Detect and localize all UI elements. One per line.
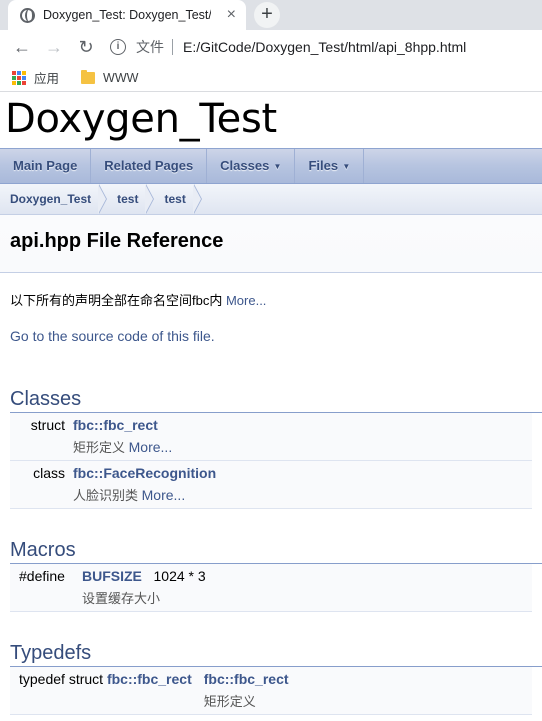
tab-title: Doxygen_Test: Doxygen_Test/t [43, 8, 211, 22]
member-kind: #define [19, 568, 65, 584]
bookmark-apps[interactable]: 应用 [34, 68, 59, 87]
source-link-text[interactable]: Go to the source code of this file. [10, 328, 215, 344]
tab-label: Classes [220, 158, 270, 173]
member-desc: 矩形定义 [203, 694, 256, 709]
table-row: class fbc::FaceRecognition 人脸识别类 More... [10, 461, 532, 509]
caret-down-icon: ▼ [271, 161, 282, 171]
page-header: api.hpp File Reference [0, 215, 542, 273]
member-name-link[interactable]: fbc::fbc_rect [73, 417, 532, 433]
member-kind: class [33, 465, 65, 481]
macro-value: 1024 * 3 [153, 568, 206, 584]
close-icon[interactable]: × [227, 6, 236, 24]
globe-icon [20, 7, 35, 23]
typedefs-table: typedef struct fbc::fbc_rect fbc::fbc_re… [10, 667, 532, 715]
breadcrumb-separator [192, 183, 204, 215]
more-link[interactable]: More... [226, 293, 266, 308]
bookmark-www[interactable]: WWW [103, 71, 138, 85]
classes-heading: Classes [10, 388, 542, 413]
back-arrow-icon[interactable]: ← [8, 33, 36, 61]
project-name: Doxygen_Test [5, 96, 277, 142]
bookmarks-bar: 应用 WWW [0, 64, 542, 92]
table-row: struct fbc::fbc_rect 矩形定义 More... [10, 413, 532, 461]
table-row: #define BUFSIZE 1024 * 3 设置缓存大小 [10, 564, 532, 612]
tab-label: Related Pages [104, 158, 194, 173]
member-desc: 设置缓存大小 [82, 591, 161, 606]
folder-icon [81, 69, 96, 84]
brief-text: 以下所有的声明全部在命名空间fbc内 [10, 293, 223, 308]
page-title: api.hpp File Reference [10, 230, 224, 252]
tab-label: Files [308, 158, 339, 173]
browser-tabstrip: Doxygen_Test: Doxygen_Test/t × + [0, 0, 542, 30]
typedef-type-link[interactable]: fbc::fbc_rect [107, 671, 192, 687]
tab-main-page[interactable]: Main Page [0, 149, 92, 183]
breadcrumb-item[interactable]: Doxygen_Test [10, 192, 91, 206]
member-desc: 人脸识别类 More... [73, 485, 532, 504]
more-link[interactable]: More... [129, 439, 173, 455]
source-code-link[interactable]: Go to the source code of this file. [10, 328, 532, 344]
divider [172, 39, 173, 55]
member-kind: typedef struct fbc::fbc_rect [10, 671, 192, 710]
macros-table: #define BUFSIZE 1024 * 3 设置缓存大小 [10, 564, 532, 612]
breadcrumb-item[interactable]: test [117, 192, 138, 206]
main-nav: Main Page Related Pages Classes ▼ Files … [0, 148, 542, 184]
member-name-link[interactable]: BUFSIZE [82, 568, 142, 584]
breadcrumb: Doxygen_Test test test [0, 183, 542, 215]
member-name-link[interactable]: fbc::FaceRecognition [73, 465, 532, 481]
table-row: typedef struct fbc::fbc_rect fbc::fbc_re… [10, 667, 532, 715]
security-label: 文件 [136, 39, 164, 55]
info-icon[interactable]: i [110, 39, 126, 55]
apps-grid-icon[interactable] [12, 70, 26, 85]
caret-down-icon: ▼ [340, 161, 351, 171]
tab-files[interactable]: Files ▼ [295, 149, 365, 183]
breadcrumb-separator [145, 183, 156, 215]
forward-arrow-icon[interactable]: → [40, 33, 68, 61]
reload-icon[interactable]: ↻ [72, 33, 100, 61]
member-kind: struct [30, 417, 65, 433]
new-tab-button[interactable]: + [254, 2, 280, 28]
more-link[interactable]: More... [142, 487, 186, 503]
brief-description: 以下所有的声明全部在命名空间fbc内 More... [10, 290, 532, 309]
member-desc: 矩形定义 More... [73, 437, 532, 456]
url-text[interactable]: E:/GitCode/Doxygen_Test/html/api_8hpp.ht… [183, 39, 466, 55]
classes-table: struct fbc::fbc_rect 矩形定义 More... class … [10, 413, 532, 509]
address-bar[interactable]: i 文件 E:/GitCode/Doxygen_Test/html/api_8h… [110, 33, 542, 61]
browser-toolbar: ← → ↻ i 文件 E:/GitCode/Doxygen_Test/html/… [0, 30, 542, 64]
typedefs-heading: Typedefs [10, 642, 542, 667]
desc-text: 人脸识别类 [73, 488, 139, 503]
member-name-link[interactable]: fbc::fbc_rect [204, 671, 532, 687]
typedef-keyword: typedef struct [19, 671, 104, 687]
tab-classes[interactable]: Classes ▼ [207, 149, 296, 183]
desc-text: 矩形定义 [73, 440, 126, 455]
page-contents: 以下所有的声明全部在命名空间fbc内 More... Go to the sou… [0, 290, 542, 715]
breadcrumb-item[interactable]: test [164, 192, 185, 206]
tab-label: Main Page [13, 158, 78, 173]
breadcrumb-separator [98, 183, 109, 215]
browser-tab[interactable]: Doxygen_Test: Doxygen_Test/t × [8, 0, 246, 30]
tab-related-pages[interactable]: Related Pages [91, 149, 208, 183]
macros-heading: Macros [10, 539, 542, 564]
